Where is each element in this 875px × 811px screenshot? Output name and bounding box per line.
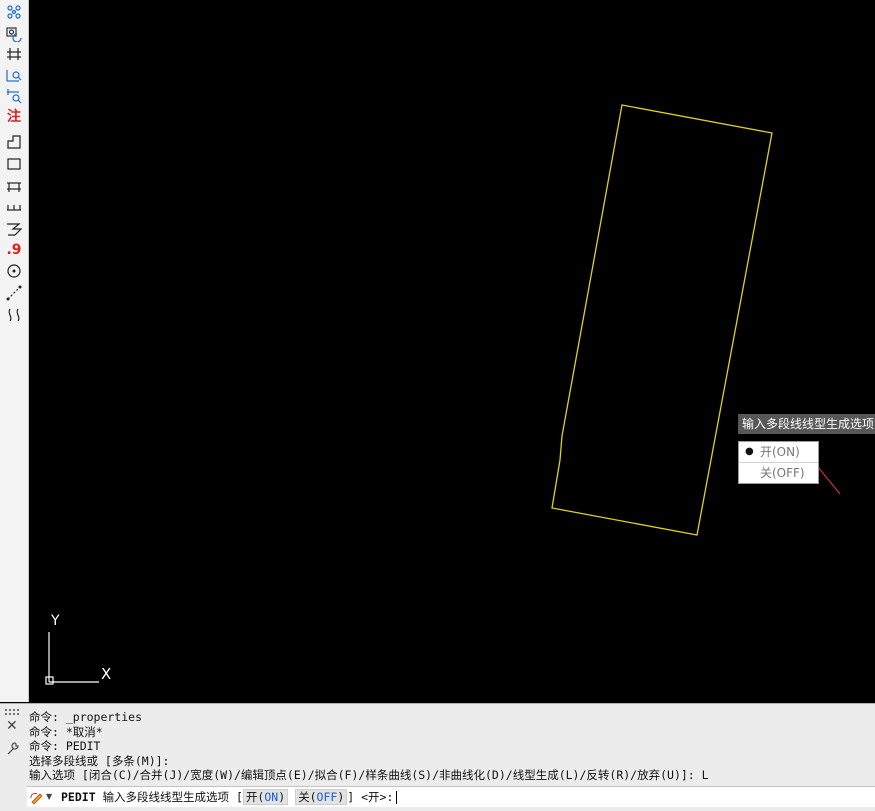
current-command: PEDIT bbox=[61, 790, 96, 804]
target-circle-icon[interactable] bbox=[4, 261, 24, 281]
ruler-icon[interactable] bbox=[4, 197, 24, 217]
option-off[interactable]: 关(OFF) bbox=[739, 462, 818, 483]
left-toolbar: 注 .9 bbox=[0, 0, 29, 702]
dimension-search-icon[interactable] bbox=[4, 86, 24, 106]
command-prompt-line: PEDIT 输入多段线线型生成选项 [开(ON) 关(OFF)] <开>: bbox=[61, 787, 398, 807]
elevation-value-icon[interactable]: .9 bbox=[4, 240, 24, 260]
camera-rotate-icon[interactable] bbox=[4, 23, 24, 43]
option-on[interactable]: ● 开(ON) bbox=[739, 442, 818, 462]
ucs-axis-icon bbox=[45, 632, 99, 685]
command-pen-icon[interactable] bbox=[30, 790, 44, 804]
close-icon[interactable]: ✕ bbox=[6, 718, 18, 734]
chevron-down-icon[interactable]: ▼ bbox=[46, 787, 52, 807]
option-on-label: 开(ON) bbox=[760, 445, 800, 459]
diagonal-dimension-icon[interactable] bbox=[4, 283, 24, 303]
dynamic-prompt-menu: ● 开(ON) 关(OFF) bbox=[738, 441, 819, 484]
xy-coordinate-icon[interactable] bbox=[4, 65, 24, 85]
wrench-icon[interactable] bbox=[5, 740, 21, 756]
ucs-y-label: Y bbox=[51, 613, 60, 629]
beam-icon[interactable] bbox=[4, 176, 24, 196]
drawing-canvas[interactable]: Y X bbox=[29, 0, 875, 702]
fit-points-icon[interactable] bbox=[4, 2, 24, 22]
dimension-icon[interactable] bbox=[4, 44, 24, 64]
command-line-panel: ✕ 命令: _properties 命令: *取消* 命令: PEDIT 选择多段线或… bbox=[0, 703, 875, 811]
history-line: 命令: _properties bbox=[29, 710, 143, 724]
current-prompt: 输入多段线线型生成选项 [ bbox=[102, 790, 243, 804]
annotation-text-icon[interactable]: 注 bbox=[4, 106, 24, 126]
grip-handle-icon[interactable] bbox=[4, 708, 22, 716]
command-input[interactable]: ▼ PEDIT 输入多段线线型生成选项 [开(ON) 关(OFF)] <开>: bbox=[27, 786, 875, 807]
drawing-svg bbox=[45, 104, 773, 685]
keyword-on[interactable]: 开(ON) bbox=[242, 789, 289, 805]
stair-icon[interactable] bbox=[4, 219, 24, 239]
text-caret bbox=[396, 791, 398, 804]
history-line: 命令: PEDIT bbox=[29, 739, 101, 753]
selected-bullet-icon: ● bbox=[745, 446, 754, 457]
dynamic-prompt-title: 输入多段线线型生成选项 bbox=[738, 414, 875, 434]
history-line: 输入选项 [闭合(C)/合并(J)/宽度(W)/编辑顶点(E)/拟合(F)/样条… bbox=[29, 768, 709, 782]
option-off-label: 关(OFF) bbox=[760, 466, 805, 480]
command-history: 命令: _properties 命令: *取消* 命令: PEDIT 选择多段线或 [… bbox=[29, 710, 709, 783]
break-line-icon[interactable] bbox=[4, 305, 24, 325]
keyword-off[interactable]: 关(OFF) bbox=[295, 789, 348, 805]
prompt-end: ] <开>: bbox=[347, 790, 394, 804]
rectangle-icon[interactable] bbox=[4, 154, 24, 174]
ucs-x-label: X bbox=[101, 665, 112, 683]
history-line: 选择多段线或 [多条(M)]: bbox=[29, 753, 170, 768]
history-line: 命令: *取消* bbox=[29, 724, 103, 739]
step-shape-icon[interactable] bbox=[4, 132, 24, 152]
